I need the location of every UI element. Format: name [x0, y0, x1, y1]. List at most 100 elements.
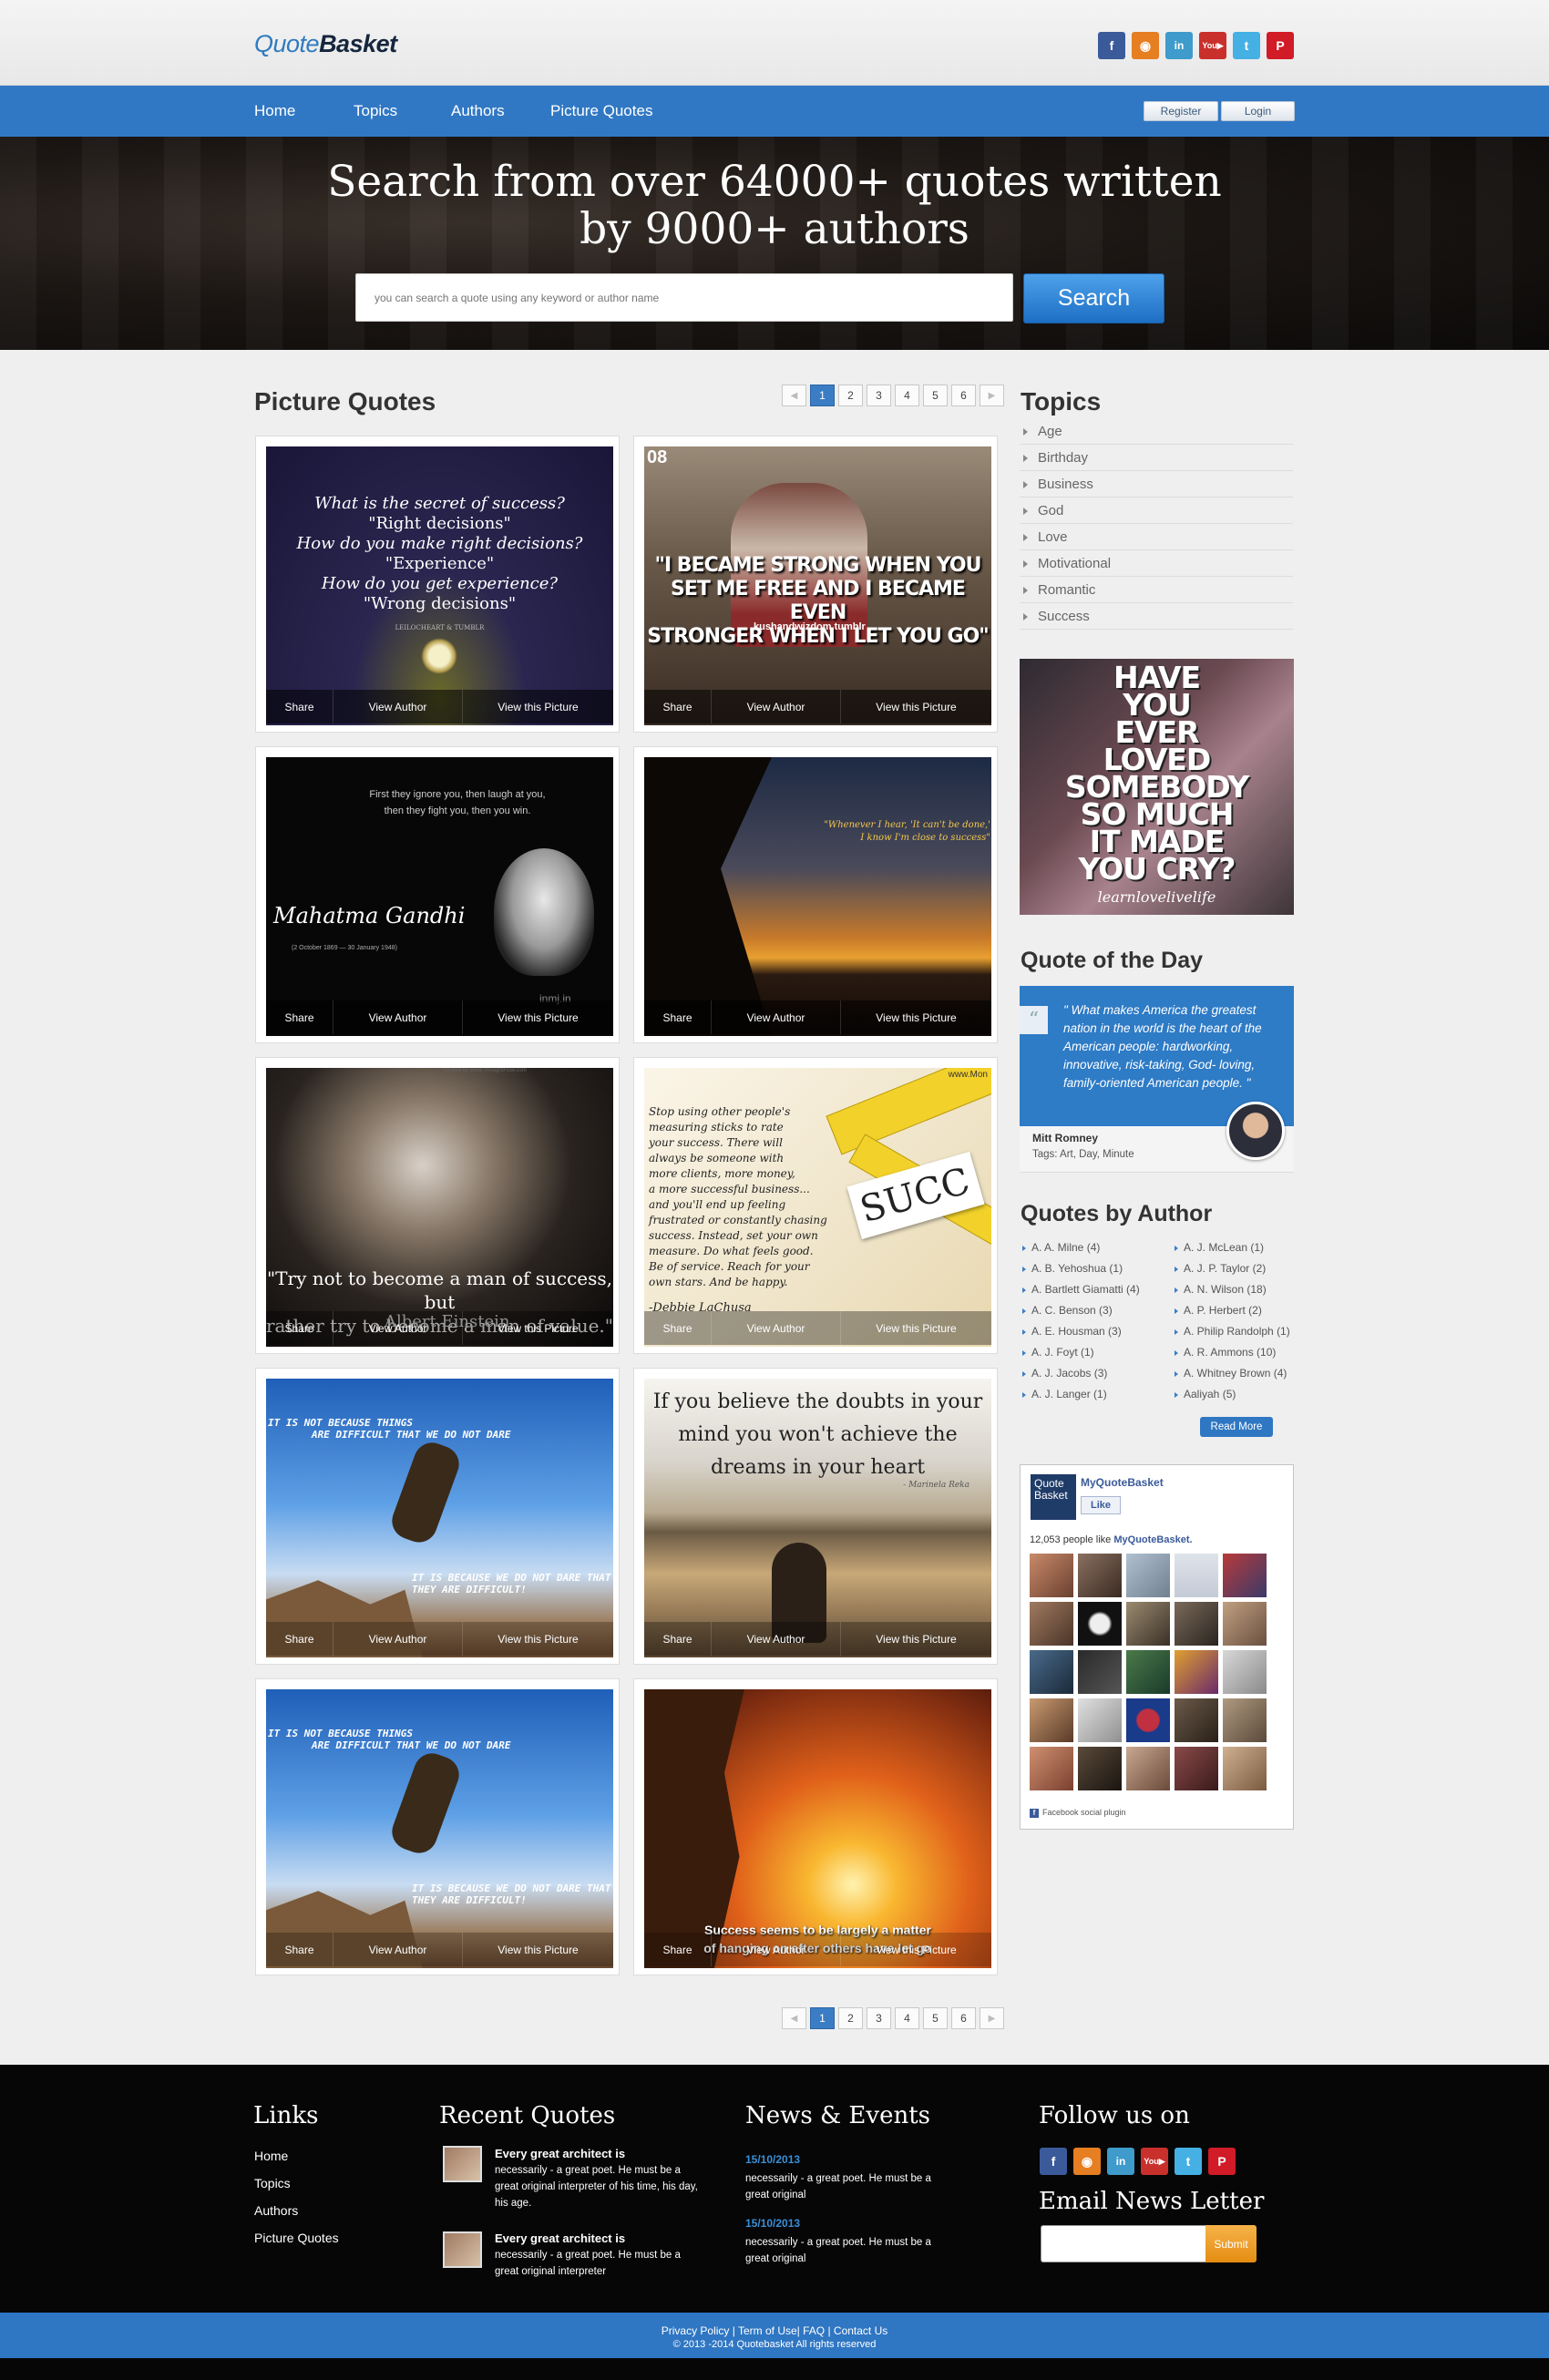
- view-author-button[interactable]: View Author: [333, 1311, 463, 1345]
- picture-quote-card[interactable]: If you believe the doubts in your mind y…: [633, 1368, 998, 1665]
- fan-avatar[interactable]: [1175, 1650, 1218, 1694]
- view-author-button[interactable]: View Author: [333, 1000, 463, 1034]
- quote-image[interactable]: What is the secret of success? "Right de…: [266, 446, 613, 725]
- fb-page-picture[interactable]: Quote Basket: [1031, 1474, 1076, 1520]
- author-link[interactable]: A. Philip Randolph (1): [1173, 1325, 1290, 1346]
- view-picture-button[interactable]: View this Picture: [463, 1000, 613, 1034]
- share-button[interactable]: Share: [644, 1933, 712, 1966]
- topic-link[interactable]: Success: [1020, 603, 1293, 630]
- recent-quote-thumbnail[interactable]: [443, 2146, 482, 2182]
- fan-avatar[interactable]: [1223, 1747, 1267, 1790]
- quote-image[interactable]: created by www.ThoughtFlow.com "Try not …: [266, 1068, 613, 1347]
- share-button[interactable]: Share: [266, 1311, 333, 1345]
- author-link[interactable]: A. B. Yehoshua (1): [1021, 1262, 1140, 1283]
- fan-avatar[interactable]: [1223, 1554, 1267, 1597]
- fb-page-name[interactable]: MyQuoteBasket: [1081, 1476, 1164, 1489]
- view-picture-button[interactable]: View this Picture: [841, 1933, 991, 1966]
- picture-quote-card[interactable]: SUCC www.Mon Stop using other people's m…: [633, 1057, 998, 1354]
- footer-link-home[interactable]: Home: [254, 2149, 288, 2163]
- pager-prev-button[interactable]: ◀: [782, 385, 806, 406]
- topic-link[interactable]: Birthday: [1020, 445, 1293, 471]
- author-link[interactable]: A. J. McLean (1): [1173, 1241, 1290, 1262]
- fb-like-button[interactable]: Like: [1081, 1496, 1121, 1514]
- fan-avatar[interactable]: [1030, 1554, 1073, 1597]
- view-picture-button[interactable]: View this Picture: [841, 1311, 991, 1345]
- view-author-button[interactable]: View Author: [712, 1000, 841, 1034]
- register-button[interactable]: Register: [1144, 101, 1218, 121]
- author-link[interactable]: A. J. Jacobs (3): [1021, 1367, 1140, 1388]
- fan-avatar[interactable]: [1223, 1650, 1267, 1694]
- fan-avatar[interactable]: [1223, 1602, 1267, 1646]
- topic-link[interactable]: Motivational: [1020, 550, 1293, 577]
- quote-image[interactable]: First they ignore you, then laugh at you…: [266, 757, 613, 1036]
- fan-avatar[interactable]: [1126, 1554, 1170, 1597]
- twitter-icon[interactable]: t: [1233, 32, 1260, 59]
- share-button[interactable]: Share: [644, 690, 712, 723]
- nav-picture-quotes[interactable]: Picture Quotes: [550, 102, 652, 120]
- fan-avatar[interactable]: [1126, 1698, 1170, 1742]
- fan-avatar[interactable]: [1078, 1747, 1122, 1790]
- author-link[interactable]: A. Bartlett Giamatti (4): [1021, 1283, 1140, 1304]
- pager-page-6[interactable]: 6: [951, 2007, 976, 2029]
- login-button[interactable]: Login: [1221, 101, 1295, 121]
- pager-page-2[interactable]: 2: [838, 385, 863, 406]
- policy-links[interactable]: Privacy Policy | Term of Use| FAQ | Cont…: [0, 2324, 1549, 2337]
- author-link[interactable]: A. Whitney Brown (4): [1173, 1367, 1290, 1388]
- rss-icon[interactable]: ◉: [1132, 32, 1159, 59]
- quote-image[interactable]: SUCC www.Mon Stop using other people's m…: [644, 1068, 991, 1347]
- share-button[interactable]: Share: [644, 1622, 712, 1656]
- news-text[interactable]: necessarily - a great poet. He must be a…: [745, 2234, 955, 2267]
- picture-quote-card[interactable]: "Whenever I hear, 'It can't be done,' I …: [633, 746, 998, 1043]
- pager-prev-button[interactable]: ◀: [782, 2007, 806, 2029]
- pager-next-button[interactable]: ▶: [980, 2007, 1004, 2029]
- view-picture-button[interactable]: View this Picture: [463, 1311, 613, 1345]
- pager-page-2[interactable]: 2: [838, 2007, 863, 2029]
- newsletter-submit-button[interactable]: Submit: [1205, 2225, 1257, 2262]
- author-link[interactable]: A. J. P. Taylor (2): [1173, 1262, 1290, 1283]
- author-link[interactable]: A. R. Ammons (10): [1173, 1346, 1290, 1367]
- fan-avatar[interactable]: [1030, 1602, 1073, 1646]
- fan-avatar[interactable]: [1030, 1747, 1073, 1790]
- footer-link-authors[interactable]: Authors: [254, 2203, 298, 2218]
- author-link[interactable]: A. P. Herbert (2): [1173, 1304, 1290, 1325]
- pager-page-4[interactable]: 4: [895, 385, 919, 406]
- recent-quote-title[interactable]: Every great architect is: [495, 2147, 625, 2160]
- view-picture-button[interactable]: View this Picture: [841, 1000, 991, 1034]
- youtube-icon[interactable]: You▶: [1141, 2148, 1168, 2175]
- fan-avatar[interactable]: [1126, 1747, 1170, 1790]
- quote-image[interactable]: If you believe the doubts in your mind y…: [644, 1379, 991, 1657]
- author-link[interactable]: Aaliyah (5): [1173, 1388, 1290, 1409]
- view-author-button[interactable]: View Author: [712, 1311, 841, 1345]
- share-button[interactable]: Share: [266, 1933, 333, 1966]
- author-link[interactable]: A. J. Langer (1): [1021, 1388, 1140, 1409]
- pager-page-4[interactable]: 4: [895, 2007, 919, 2029]
- facebook-icon[interactable]: f: [1040, 2148, 1067, 2175]
- pager-page-3[interactable]: 3: [867, 2007, 891, 2029]
- pinterest-icon[interactable]: P: [1267, 32, 1294, 59]
- pager-page-5[interactable]: 5: [923, 2007, 948, 2029]
- fan-avatar[interactable]: [1126, 1650, 1170, 1694]
- picture-quote-card[interactable]: IT IS NOT BECAUSE THINGS ARE DIFFICULT T…: [255, 1678, 620, 1975]
- recent-quote-thumbnail[interactable]: [443, 2231, 482, 2268]
- newsletter-email-input[interactable]: [1041, 2225, 1206, 2262]
- fan-avatar[interactable]: [1175, 1698, 1218, 1742]
- linkedin-icon[interactable]: in: [1107, 2148, 1134, 2175]
- fan-avatar[interactable]: [1030, 1698, 1073, 1742]
- news-text[interactable]: necessarily - a great poet. He must be a…: [745, 2170, 955, 2203]
- read-more-button[interactable]: Read More: [1200, 1417, 1273, 1437]
- author-link[interactable]: A. A. Milne (4): [1021, 1241, 1140, 1262]
- topic-link[interactable]: Age: [1020, 418, 1293, 445]
- nav-topics[interactable]: Topics: [354, 102, 397, 120]
- share-button[interactable]: Share: [266, 1000, 333, 1034]
- view-author-button[interactable]: View Author: [333, 1933, 463, 1966]
- topic-link[interactable]: Love: [1020, 524, 1293, 550]
- recent-quote-title[interactable]: Every great architect is: [495, 2231, 625, 2245]
- fan-avatar[interactable]: [1078, 1602, 1122, 1646]
- topic-link[interactable]: Romantic: [1020, 577, 1293, 603]
- qotd-author[interactable]: Mitt Romney: [1032, 1132, 1098, 1144]
- fan-avatar[interactable]: [1175, 1554, 1218, 1597]
- pager-next-button[interactable]: ▶: [980, 385, 1004, 406]
- view-author-button[interactable]: View Author: [712, 1622, 841, 1656]
- fan-avatar[interactable]: [1078, 1554, 1122, 1597]
- picture-quote-card[interactable]: IT IS NOT BECAUSE THINGS ARE DIFFICULT T…: [255, 1368, 620, 1665]
